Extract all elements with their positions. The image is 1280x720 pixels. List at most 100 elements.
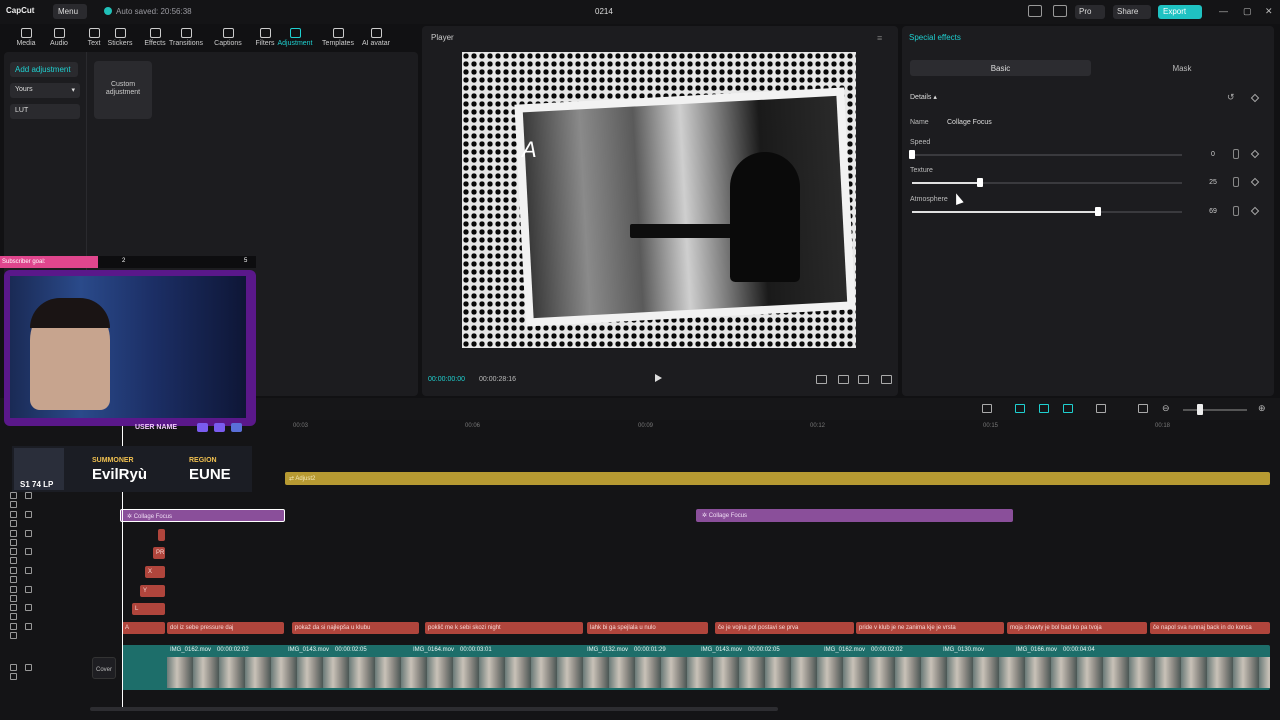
effect-clip[interactable]: ✲ Collage Focus (120, 509, 285, 522)
speed-slider[interactable] (912, 154, 1182, 156)
lock-icon[interactable] (25, 492, 32, 499)
lock-icon[interactable] (25, 511, 32, 518)
speed-value-input[interactable]: 0 (1190, 148, 1236, 161)
lock-icon[interactable] (25, 623, 32, 630)
details-section-toggle[interactable]: Details ▴ (910, 93, 937, 101)
texture-stepper-icon[interactable] (1233, 177, 1239, 187)
timeline-scrollbar[interactable] (90, 707, 778, 711)
custom-adjustment-card[interactable]: Custom adjustment (94, 61, 152, 119)
snap-icon[interactable] (1063, 404, 1073, 413)
expand-icon[interactable] (881, 375, 892, 384)
caption-clip[interactable]: če napol sva runnaj back in do konca (1150, 622, 1270, 634)
zoom-slider[interactable] (1183, 409, 1247, 411)
eye-icon[interactable] (10, 613, 17, 620)
eye-icon[interactable] (10, 576, 17, 583)
text-clip[interactable]: X (145, 566, 165, 578)
text-clip[interactable]: Y (140, 585, 165, 597)
track-type-icon[interactable] (10, 664, 17, 671)
track-type-icon[interactable] (10, 623, 17, 630)
eye-icon[interactable] (10, 520, 17, 527)
texture-value-input[interactable]: 25 (1190, 176, 1236, 189)
zoom-out-icon[interactable]: ⊖ (1162, 403, 1170, 414)
pro-button[interactable]: Pro (1075, 5, 1105, 19)
tab-adjustment[interactable]: Adjustment (277, 28, 313, 47)
track-type-icon[interactable] (10, 604, 17, 611)
tab-ai-avatar[interactable]: AI avatar (358, 28, 394, 47)
caption-clip[interactable]: moja shawty je bol bad ko pa tvoja (1007, 622, 1147, 634)
track-type-icon[interactable] (10, 530, 17, 537)
caption-clip[interactable]: dol iz sebe pressure daj (167, 622, 284, 634)
atmosphere-slider-knob[interactable] (1095, 207, 1101, 216)
add-adjustment-button[interactable]: Add adjustment (10, 62, 78, 77)
lock-icon[interactable] (25, 548, 32, 555)
eye-icon[interactable] (10, 557, 17, 564)
menu-button[interactable]: Menu (53, 4, 87, 19)
play-icon[interactable] (655, 374, 662, 382)
fullscreen-quality-icon[interactable] (816, 375, 827, 384)
adjustment-clip[interactable]: ⇄ Adjust2 (285, 472, 1270, 485)
crop-icon[interactable] (838, 375, 849, 384)
caption-clip[interactable]: A (122, 622, 165, 634)
eye-icon[interactable] (10, 501, 17, 508)
caption-clip[interactable]: lahk bi ga spejlala u nulo (587, 622, 708, 634)
track-type-icon[interactable] (10, 586, 17, 593)
export-button[interactable]: Export (1158, 5, 1202, 19)
caption-clip[interactable]: če je vojna pol postavi se prva (715, 622, 854, 634)
tab-media[interactable]: Media (8, 28, 44, 47)
effect-clip[interactable]: ✲ Collage Focus (696, 509, 1013, 522)
tab-captions[interactable]: Captions (210, 28, 246, 47)
lock-icon[interactable] (25, 530, 32, 537)
cover-button[interactable]: Cover (92, 657, 116, 679)
text-clip[interactable] (158, 529, 165, 541)
player-menu-icon[interactable]: ≡ (877, 33, 882, 43)
speed-slider-knob[interactable] (909, 150, 915, 159)
text-clip[interactable]: L (132, 603, 165, 615)
video-preview[interactable]: A (462, 52, 856, 348)
zoom-slider-knob[interactable] (1197, 404, 1203, 415)
yours-label: Yours (15, 86, 33, 93)
minimize-icon[interactable]: — (1219, 6, 1228, 16)
close-icon[interactable]: ✕ (1265, 6, 1273, 17)
tab-stickers[interactable]: Stickers (102, 28, 138, 47)
preview-axis-icon[interactable] (1138, 404, 1148, 413)
tab-audio[interactable]: Audio (41, 28, 77, 47)
layout-icon[interactable] (1028, 5, 1042, 17)
tab-mask[interactable]: Mask (1092, 60, 1272, 76)
caption-clip[interactable]: poklič me k sebi skozi night (425, 622, 583, 634)
text-clip[interactable]: PR (153, 547, 165, 559)
ratio-icon[interactable] (858, 375, 869, 384)
speed-stepper-icon[interactable] (1233, 149, 1239, 159)
zoom-in-icon[interactable]: ⊕ (1258, 403, 1266, 414)
eye-icon[interactable] (10, 673, 17, 680)
track-type-icon[interactable] (10, 548, 17, 555)
tab-transitions[interactable]: Transitions (168, 28, 204, 47)
eye-icon[interactable] (10, 632, 17, 639)
link-icon[interactable] (1015, 404, 1025, 413)
caption-clip[interactable]: pokaž da si najlepša u klubu (292, 622, 419, 634)
caption-clip[interactable]: pride v klub je ne zanima kje je vrsta (856, 622, 1004, 634)
tab-templates[interactable]: Templates (320, 28, 356, 47)
atmosphere-value-input[interactable]: 69 (1190, 205, 1236, 218)
magnet-icon[interactable] (1039, 404, 1049, 413)
reset-icon[interactable]: ↺ (1227, 92, 1235, 103)
track-type-icon[interactable] (10, 492, 17, 499)
texture-slider-knob[interactable] (977, 178, 983, 187)
yours-dropdown[interactable]: Yours ▾ (10, 83, 80, 98)
split-icon[interactable] (1096, 404, 1106, 413)
tab-basic[interactable]: Basic (910, 60, 1091, 76)
share-button[interactable]: Share (1113, 5, 1151, 19)
atmosphere-stepper-icon[interactable] (1233, 206, 1239, 216)
eye-icon[interactable] (10, 595, 17, 602)
lock-icon[interactable] (25, 604, 32, 611)
shortcut-icon[interactable] (1053, 5, 1067, 17)
lock-icon[interactable] (25, 586, 32, 593)
eye-icon[interactable] (10, 539, 17, 546)
microphone-icon[interactable] (982, 404, 992, 413)
lock-icon[interactable] (25, 664, 32, 671)
texture-label: Texture (910, 167, 933, 174)
track-type-icon[interactable] (10, 511, 17, 518)
lock-icon[interactable] (25, 567, 32, 574)
maximize-icon[interactable]: ▢ (1243, 6, 1252, 17)
track-type-icon[interactable] (10, 567, 17, 574)
lut-item[interactable]: LUT (10, 104, 80, 119)
